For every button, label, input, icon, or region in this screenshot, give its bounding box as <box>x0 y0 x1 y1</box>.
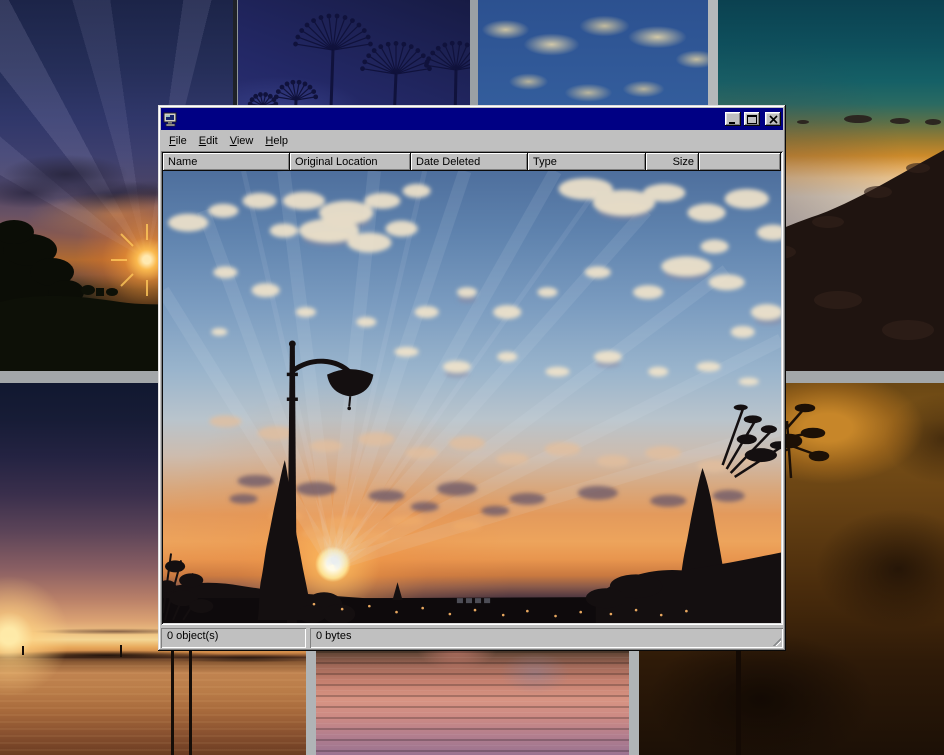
statusbar: 0 object(s) 0 bytes <box>161 628 783 648</box>
minimize-button[interactable] <box>725 112 741 126</box>
water-pole <box>189 650 192 755</box>
column-header-filler <box>699 153 781 171</box>
column-header-date-deleted[interactable]: Date Deleted <box>411 153 528 171</box>
maximize-icon <box>747 115 757 124</box>
list-view-frame: Name Original Location Date Deleted Type… <box>161 151 783 625</box>
menu-help[interactable]: Help <box>259 133 294 149</box>
status-object-count: 0 object(s) <box>161 628 306 648</box>
water-pole <box>171 648 174 755</box>
resize-grip[interactable] <box>769 634 781 646</box>
lamp-head <box>327 369 373 396</box>
column-header-type[interactable]: Type <box>528 153 646 171</box>
list-viewport-sunset-photo[interactable] <box>163 171 781 623</box>
column-header-size[interactable]: Size <box>646 153 699 171</box>
column-header-row: Name Original Location Date Deleted Type… <box>163 153 781 171</box>
desktop: File Edit View Help Name Original Locati… <box>0 0 944 755</box>
close-button[interactable] <box>765 112 781 126</box>
minimize-icon <box>728 115 738 124</box>
menu-view[interactable]: View <box>224 133 260 149</box>
menu-edit[interactable]: Edit <box>193 133 224 149</box>
menu-file[interactable]: File <box>163 133 193 149</box>
application-window-icon <box>163 112 179 127</box>
menubar: File Edit View Help <box>161 131 783 151</box>
column-header-name[interactable]: Name <box>163 153 290 171</box>
close-icon <box>769 115 778 124</box>
column-header-original-location[interactable]: Original Location <box>290 153 411 171</box>
maximize-button[interactable] <box>744 112 760 126</box>
sunset-photo-art <box>163 171 781 623</box>
water-streaks <box>0 658 306 755</box>
status-bytes-label: 0 bytes <box>316 630 351 642</box>
water-pole-distant <box>22 646 24 655</box>
titlebar[interactable] <box>161 108 783 130</box>
status-byte-count: 0 bytes <box>310 628 783 648</box>
recycle-bin-window: File Edit View Help Name Original Locati… <box>158 105 786 651</box>
water-pole-distant <box>120 645 122 657</box>
